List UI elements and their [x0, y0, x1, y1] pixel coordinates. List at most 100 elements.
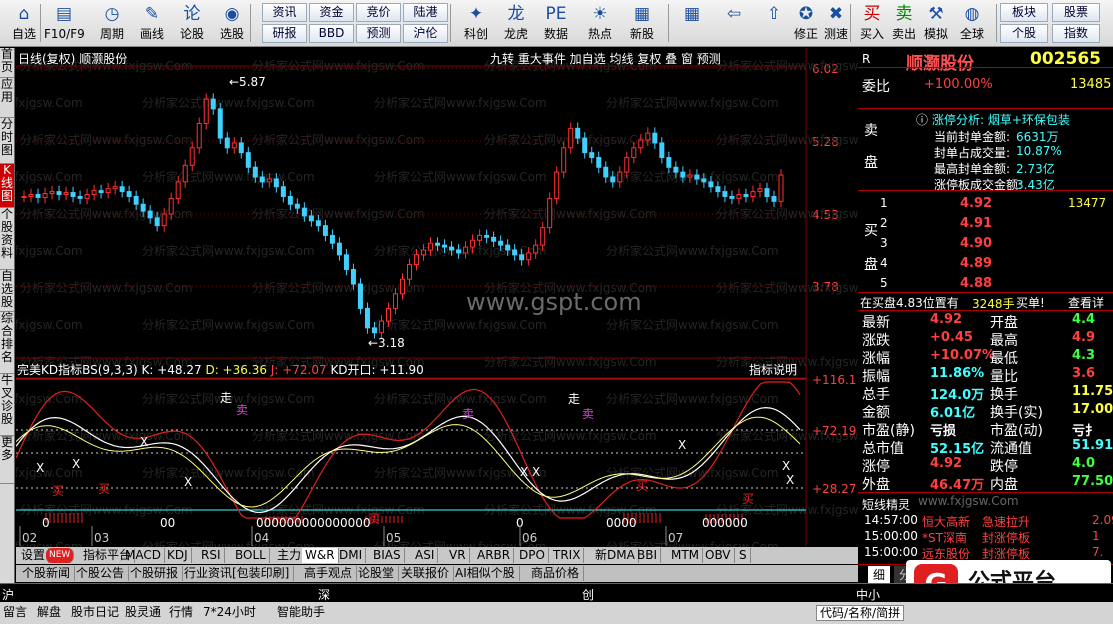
indicator-tab-12[interactable]: VR	[446, 548, 470, 563]
indicator-tab-4[interactable]: KDJ	[164, 548, 192, 563]
bottom-link-1[interactable]: 解盘	[34, 605, 64, 621]
toolbar-link-1-1[interactable]: BBD	[309, 24, 354, 43]
up-arrow-button[interactable]: ⇧	[758, 2, 790, 45]
chart-menu-item[interactable]: 重大事件	[518, 52, 570, 66]
indicator-tab-16[interactable]: 新DMA	[592, 548, 639, 563]
home-button[interactable]: ⌂ 自选	[4, 2, 44, 45]
dragon-button[interactable]: 龙龙虎	[496, 2, 536, 45]
bottom-link-6[interactable]: 智能助手	[274, 605, 328, 621]
back-arrow-button[interactable]: ⇦	[718, 2, 750, 45]
indicator-tab-20[interactable]: S	[736, 548, 751, 563]
candle-body	[385, 307, 391, 322]
info-tab-5[interactable]: 论股堂	[354, 566, 400, 581]
indicator-tab-10[interactable]: BIAS	[370, 548, 405, 563]
indicator-tab-11[interactable]: ASI	[412, 548, 439, 563]
indicator-tab-13[interactable]: ARBR	[474, 548, 515, 563]
bottom-link-2[interactable]: 股市日记	[68, 605, 122, 621]
test-button[interactable]: ✖ 测速	[820, 2, 852, 45]
sprite-event: 急速拉升	[982, 515, 1031, 529]
pen-button[interactable]: ✎ 画线	[132, 2, 172, 45]
grid-button[interactable]: ▦	[676, 2, 708, 45]
info-tab-4[interactable]: 高手观点	[300, 566, 358, 581]
nav-item-8[interactable]: 更多	[0, 436, 14, 484]
f10-button[interactable]: ▤ F10/F9	[44, 2, 85, 45]
info-tab-6[interactable]: 关联报价	[397, 566, 455, 581]
toolbar-link-0-3[interactable]: 陆港	[403, 3, 448, 22]
toolbar-right-1-1[interactable]: 指数	[1052, 24, 1100, 43]
chart-menu-item[interactable]: 九转	[490, 52, 518, 66]
sell-button[interactable]: 卖卖出	[888, 2, 920, 45]
indicator-tab-18[interactable]: MTM	[668, 548, 704, 563]
clock-button[interactable]: ◷ 周期	[92, 2, 132, 45]
indicator-tab-5[interactable]: RSI	[198, 548, 225, 563]
indicator-tab-6[interactable]: BOLL	[232, 548, 270, 563]
nav-item-2[interactable]: 分时图	[0, 118, 14, 164]
toolbar-link-1-3[interactable]: 沪伦	[403, 24, 448, 43]
select-button[interactable]: ◉ 选股	[212, 2, 252, 45]
globe-button[interactable]: ◍ 全球	[956, 2, 988, 45]
info-tab-8[interactable]: 商品价格	[527, 566, 585, 581]
bottom-link-3[interactable]: 股灵通	[122, 605, 164, 621]
bottom-link-5[interactable]: 7*24小时	[200, 605, 259, 621]
nav-item-6[interactable]: 综合排名	[0, 312, 14, 374]
buy-button[interactable]: 买买入	[856, 2, 888, 45]
nav-item-0[interactable]: 首页	[0, 48, 14, 78]
indicator-tab-1[interactable]: NEW	[46, 548, 75, 563]
nav-item-4[interactable]: 个股资料	[0, 208, 14, 270]
nav-item-1[interactable]: 应用	[0, 78, 14, 118]
nav-item-5[interactable]: 自选股	[0, 270, 14, 312]
chart-menu-item[interactable]: 窗	[681, 52, 697, 66]
indicator-tab-8[interactable]: W&R	[302, 548, 339, 563]
indicator-tab-0[interactable]: 设置	[18, 548, 50, 563]
chart-menu-item[interactable]: 叠	[665, 52, 681, 66]
kechuang-button[interactable]: ✦ 科创	[456, 2, 496, 45]
chart-menu-item[interactable]: 均线	[609, 52, 637, 66]
indicator-tab-17[interactable]: BBI	[634, 548, 662, 563]
toolbar-right-0-0[interactable]: 板块	[1000, 3, 1048, 22]
data-button[interactable]: PE 数据	[536, 2, 576, 45]
kline-chart-panel[interactable]: 6.02 5.28 4.53 3.78 分析家公式网www.fxjgsw.Com 分析家公…	[16, 48, 858, 548]
indicator-tab-7[interactable]: 主力	[274, 548, 306, 563]
right-tab[interactable]: 细	[868, 566, 891, 583]
bottom-link-0[interactable]: 留言	[0, 605, 30, 621]
toolbar-right-1-0[interactable]: 个股	[1000, 24, 1048, 43]
market-status-2[interactable]: 创	[582, 586, 594, 603]
info-tab-7[interactable]: AI相似个股	[451, 566, 520, 581]
indicator-tab-14[interactable]: DPO	[516, 548, 549, 563]
info-tab-0[interactable]: 个股新闻	[18, 566, 76, 581]
chart-menu-item[interactable]: 复权	[637, 52, 665, 66]
toolbar-link-0-0[interactable]: 资讯	[262, 3, 307, 22]
chart-menu-item[interactable]: 加自选	[570, 52, 610, 66]
toolbar-link-0-1[interactable]: 资金	[309, 3, 354, 22]
nav-item-3[interactable]: K线图	[0, 164, 14, 208]
market-status-1[interactable]: 深	[318, 586, 330, 603]
indicator-tab-19[interactable]: OBV	[702, 548, 735, 563]
indicator-help-button[interactable]: 指标说明	[749, 361, 797, 378]
toolbar-link-1-0[interactable]: 研报	[262, 24, 307, 43]
see-detail-link[interactable]: 查看详	[1068, 294, 1104, 311]
toolbar-link-1-2[interactable]: 预测	[356, 24, 401, 43]
info-tab-2[interactable]: 个股研报	[126, 566, 184, 581]
modify-button[interactable]: ✪ 修正	[790, 2, 822, 45]
indicator-tab-9[interactable]: DMI	[336, 548, 367, 563]
market-status-0[interactable]: 沪	[2, 586, 14, 603]
toolbar-right-0-1[interactable]: 股票	[1052, 3, 1100, 22]
info-tab-1[interactable]: 个股公告	[72, 566, 130, 581]
lungu-button[interactable]: 论论股	[172, 2, 212, 45]
market-status-3[interactable]: 中小	[856, 586, 880, 603]
info-tab-3[interactable]: 行业资讯[包装印刷]	[180, 566, 295, 581]
hot-button[interactable]: ☀ 热点	[580, 2, 620, 45]
indicator-tab-3[interactable]: MACD	[122, 548, 165, 563]
indicator-tab-15[interactable]: TRIX	[550, 548, 585, 563]
watermark-text: 分析家公式网www.fxjgsw.Com	[252, 132, 425, 147]
code-search-input[interactable]: 代码/名称/简拼	[816, 605, 905, 621]
chart-menu-item[interactable]: 预测	[697, 52, 721, 66]
chart-menu[interactable]: 九转 重大事件 加自选 均线 复权 叠 窗 预测	[490, 50, 721, 67]
nav-item-7[interactable]: 牛叉诊股	[0, 374, 14, 436]
watermark-text: 分析家公式网www.fxjgsw.Com	[252, 280, 425, 295]
quote-value: 4.4	[1072, 312, 1096, 327]
bottom-link-4[interactable]: 行情	[166, 605, 196, 621]
newstock-button[interactable]: ▦ 新股	[622, 2, 662, 45]
toolbar-link-0-2[interactable]: 竞价	[356, 3, 401, 22]
hammer-button[interactable]: ⚒ 模拟	[920, 2, 952, 45]
